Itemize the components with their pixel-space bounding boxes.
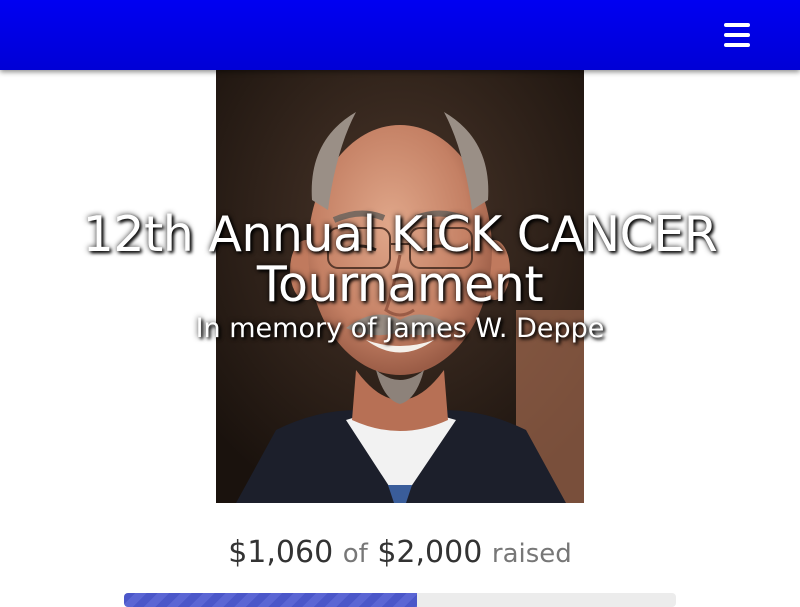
raised-label: raised bbox=[491, 539, 572, 569]
hero-caption: 12th Annual KICK CANCER Tournament In me… bbox=[0, 210, 800, 346]
page-subtitle: In memory of James W. Deppe bbox=[195, 313, 605, 344]
hero-banner: 12th Annual KICK CANCER Tournament In me… bbox=[0, 70, 800, 503]
fundraising-progress-bar bbox=[124, 593, 676, 607]
menu-line bbox=[724, 43, 750, 47]
goal-amount: $2,000 bbox=[377, 535, 483, 570]
fundraising-summary: $1,060 of $2,000 raised bbox=[0, 532, 800, 575]
progress-fill bbox=[124, 593, 417, 607]
page-title: 12th Annual KICK CANCER Tournament bbox=[82, 206, 718, 313]
hamburger-menu-icon[interactable] bbox=[720, 20, 754, 50]
menu-line bbox=[724, 33, 750, 37]
raised-amount: $1,060 bbox=[228, 535, 334, 570]
menu-line bbox=[724, 23, 750, 27]
of-label: of bbox=[342, 539, 368, 569]
top-navigation-bar bbox=[0, 0, 800, 70]
